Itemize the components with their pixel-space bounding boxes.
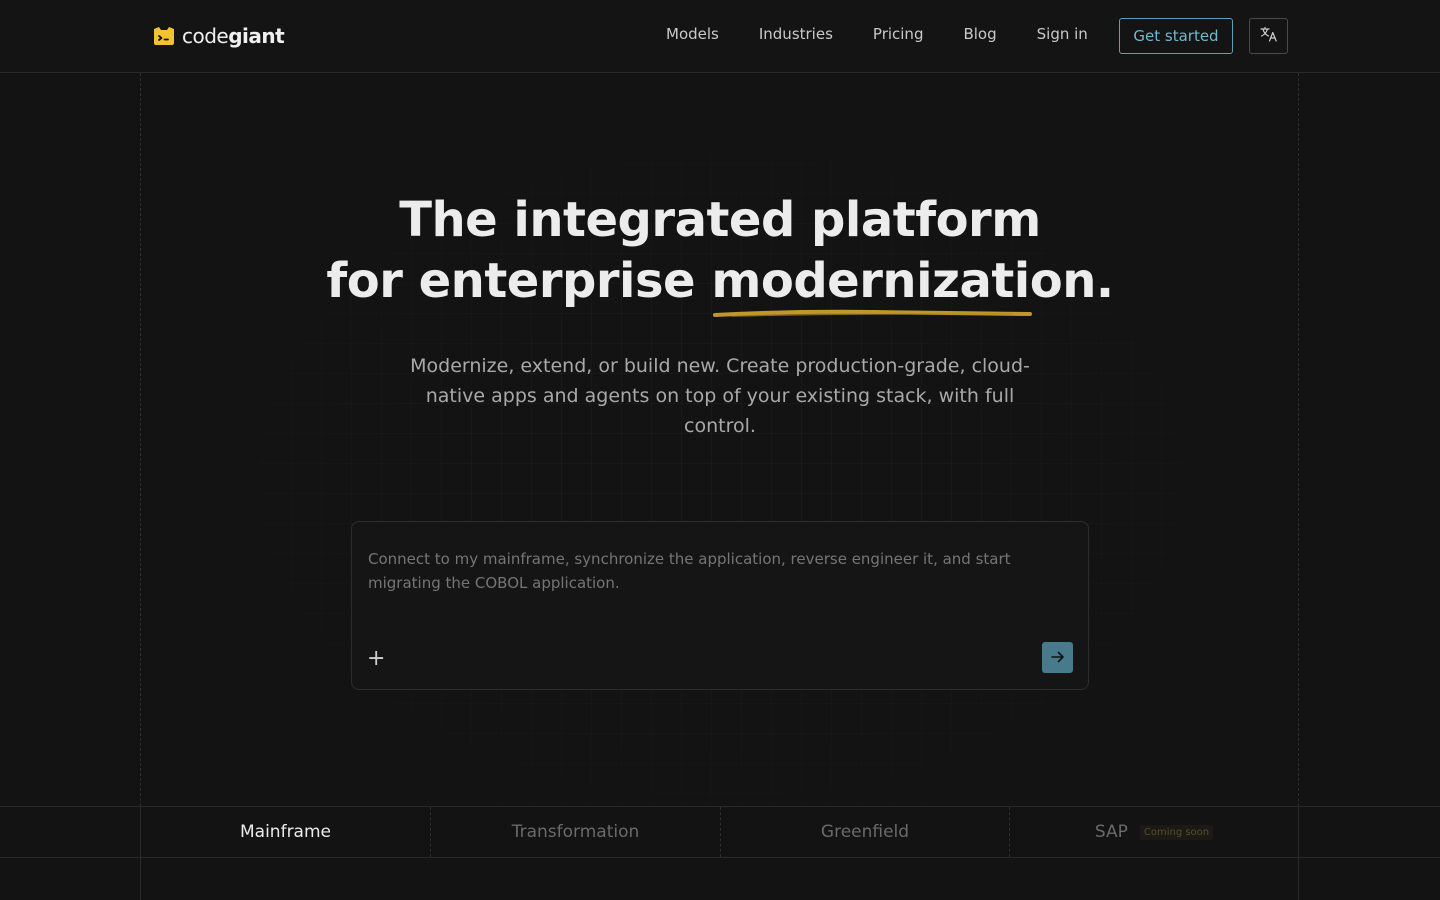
translate-icon [1259, 26, 1278, 46]
left-guide-line [140, 73, 141, 806]
plus-icon[interactable]: + [367, 648, 385, 670]
prompt-box: + [351, 521, 1089, 690]
headline-line-2-prefix: for enterprise [326, 253, 712, 309]
arrow-right-icon [1050, 648, 1065, 667]
send-button[interactable] [1042, 642, 1073, 673]
tab-sap[interactable]: SAP Coming soon [1010, 807, 1298, 857]
nav-models[interactable]: Models [666, 25, 719, 43]
prompt-input[interactable] [368, 547, 1058, 595]
logo-wordmark: codegiant [182, 24, 285, 48]
site-header: codegiant Models Industries Pricing Blog… [0, 0, 1440, 73]
main-nav: Models Industries Pricing Blog Sign in [666, 25, 1088, 43]
tab-label: SAP [1094, 822, 1128, 842]
headline-line-2-suffix: . [1095, 253, 1114, 309]
tab-greenfield[interactable]: Greenfield [721, 807, 1009, 857]
hero-headline: The integrated platform for enterprise m… [0, 190, 1440, 312]
coming-soon-badge: Coming soon [1139, 824, 1214, 840]
nav-industries[interactable]: Industries [759, 25, 833, 43]
get-started-button[interactable]: Get started [1119, 18, 1233, 54]
logo-icon [152, 26, 176, 46]
tab-mainframe[interactable]: Mainframe [141, 807, 430, 857]
left-guide-line-bottom [140, 806, 141, 900]
hero-subtitle: Modernize, extend, or build new. Create … [410, 355, 1030, 437]
page: codegiant Models Industries Pricing Blog… [0, 0, 1440, 900]
logo[interactable]: codegiant [152, 24, 285, 48]
tab-label: Greenfield [820, 822, 910, 842]
nav-sign-in[interactable]: Sign in [1037, 25, 1088, 43]
nav-blog[interactable]: Blog [963, 25, 996, 43]
highlight-underline [713, 309, 1032, 317]
tab-label: Transformation [511, 822, 640, 842]
solution-tabs: Mainframe Transformation Greenfield SAP … [0, 806, 1440, 858]
tab-label: Mainframe [240, 822, 331, 842]
headline-highlight-word: modernization [711, 253, 1096, 309]
right-guide-line-bottom [1298, 806, 1299, 900]
right-guide-line [1298, 73, 1299, 806]
tab-transformation[interactable]: Transformation [431, 807, 720, 857]
nav-pricing[interactable]: Pricing [873, 25, 924, 43]
headline-line-1: The integrated platform [399, 192, 1041, 248]
language-button[interactable] [1249, 18, 1288, 54]
